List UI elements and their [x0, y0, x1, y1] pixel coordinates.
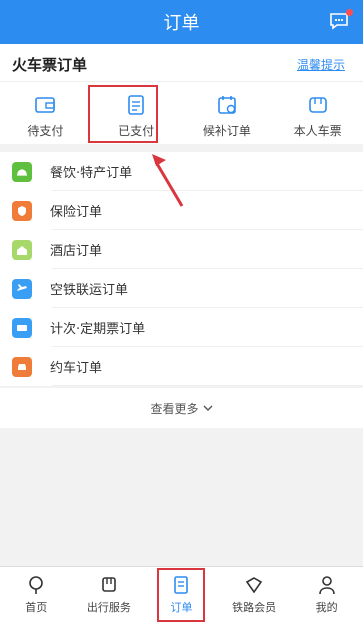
top-bar: 订单 [0, 0, 363, 44]
food-icon [12, 161, 32, 182]
list-item-pass-ticket[interactable]: 计次·定期票订单 [0, 308, 363, 347]
list-item-label: 保险订单 [50, 205, 103, 220]
list-item-label: 空铁联运订单 [50, 283, 129, 298]
tab-label: 本人车票 [293, 124, 342, 138]
wallet-icon [35, 97, 56, 113]
section-header: 火车票订单 温馨提示 [0, 44, 363, 82]
hotel-icon [12, 239, 32, 260]
see-more-label: 查看更多 [150, 401, 199, 416]
nav-travel-service[interactable]: 出行服务 [73, 567, 146, 626]
waitlist-icon [218, 96, 236, 114]
annotation-arrow [152, 154, 184, 207]
tab-my-tickets[interactable]: 本人车票 [272, 82, 363, 144]
member-icon [245, 577, 263, 594]
pass-ticket-icon [12, 317, 32, 338]
list-item-hotel[interactable]: 酒店订单 [0, 230, 363, 269]
order-nav-highlight [157, 568, 205, 622]
list-item-label: 计次·定期票订单 [50, 322, 146, 337]
air-rail-icon [12, 278, 32, 299]
list-item-label: 餐饮·特产订单 [50, 166, 133, 181]
chevron-down-icon [203, 405, 212, 411]
list-item-label: 约车订单 [50, 361, 103, 376]
paid-tab-highlight [88, 85, 158, 143]
train-ticket-icon [308, 97, 327, 113]
nav-label: 铁路会员 [232, 601, 277, 614]
list-item-label: 酒店订单 [50, 244, 103, 259]
section-title: 火车票订单 [12, 56, 88, 74]
list-item-car[interactable]: 约车订单 [0, 347, 363, 386]
tip-link[interactable]: 温馨提示 [297, 56, 345, 73]
nav-member[interactable]: 铁路会员 [218, 567, 291, 626]
nav-profile[interactable]: 我的 [290, 567, 363, 626]
profile-icon [318, 576, 335, 595]
nav-label: 首页 [25, 601, 48, 614]
see-more-button[interactable]: 查看更多 [0, 388, 363, 428]
tab-pending-payment[interactable]: 待支付 [0, 82, 91, 144]
tab-waitlist[interactable]: 候补订单 [182, 82, 273, 144]
nav-label: 我的 [315, 601, 338, 614]
list-item-air-rail[interactable]: 空铁联运订单 [0, 269, 363, 308]
page-title: 订单 [163, 13, 200, 34]
travel-service-icon [102, 577, 116, 592]
tab-label: 待支付 [27, 124, 64, 138]
home-icon [29, 576, 44, 594]
nav-label: 出行服务 [86, 601, 131, 614]
nav-home[interactable]: 首页 [0, 567, 73, 626]
car-icon [12, 356, 32, 377]
insurance-icon [12, 200, 32, 221]
ticket-status-tabs: 待支付 已支付 候补订单 本人车票 [0, 82, 363, 144]
notification-dot [346, 9, 353, 16]
tab-label: 候补订单 [202, 124, 251, 138]
